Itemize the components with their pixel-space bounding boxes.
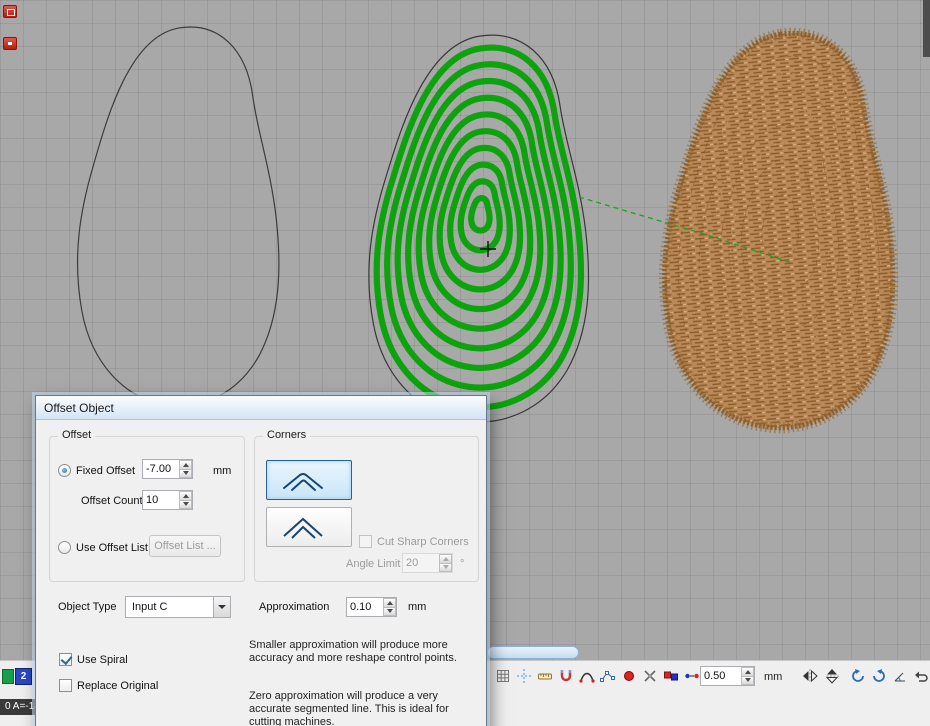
color-change-icon[interactable] (661, 666, 681, 686)
dialog-titlebar[interactable]: Offset Object (36, 396, 486, 420)
replace-original-label: Replace Original (77, 680, 158, 693)
horizontal-scrollbar-thumb[interactable] (487, 646, 579, 659)
fixed-offset-spinner (142, 459, 193, 479)
cut-sharp-corners-label: Cut Sharp Corners (377, 536, 469, 549)
rounded-corner-offset-button[interactable] (266, 460, 352, 500)
offset-count-label: Offset Count (81, 495, 143, 508)
fixed-offset-radio[interactable] (58, 464, 71, 477)
offset-spiral-shape[interactable] (369, 35, 589, 422)
spin-down-icon[interactable] (741, 676, 754, 686)
approximation-spinner (346, 597, 397, 617)
approximation-label: Approximation (259, 601, 329, 614)
object-type-dropdown[interactable]: Input C (125, 596, 231, 618)
rotate-ccw-icon[interactable] (848, 666, 868, 686)
spin-up-icon[interactable] (179, 491, 192, 500)
use-offset-list-label: Use Offset List (76, 542, 148, 555)
spin-down-icon[interactable] (179, 500, 192, 510)
spin-up-icon[interactable] (383, 598, 396, 607)
palette-index-badge[interactable]: 2 (15, 668, 32, 685)
curve-icon[interactable] (577, 666, 597, 686)
offset-group-label: Offset (58, 429, 95, 441)
approximation-unit: mm (408, 601, 426, 614)
angle-limit-label: Angle Limit (346, 558, 400, 571)
spin-down-icon[interactable] (383, 607, 396, 617)
approximation-input[interactable] (347, 598, 383, 616)
fixed-offset-unit: mm (213, 465, 231, 478)
snap-icon[interactable] (556, 666, 576, 686)
red-marker-icon-1[interactable] (3, 5, 17, 18)
rotate-cw-icon[interactable] (869, 666, 889, 686)
cut-sharp-corners-checkbox[interactable] (359, 535, 372, 548)
spin-up-icon[interactable] (179, 460, 192, 469)
approximation-note-1: Smaller approximation will produce more … (249, 639, 481, 665)
offset-object-dialog: Offset Object Offset Corners Fixed Offse… (35, 395, 487, 726)
mirror-vertical-icon[interactable] (822, 666, 842, 686)
grid-icon[interactable] (493, 666, 513, 686)
object-type-value: Input C (126, 601, 213, 613)
approximation-note-2: Zero approximation will produce a very a… (249, 690, 481, 726)
guides-icon[interactable] (514, 666, 534, 686)
stitch-width-spinner (700, 666, 755, 686)
corners-group-label: Corners (263, 429, 310, 441)
dialog-title: Offset Object (44, 401, 114, 415)
fixed-offset-input[interactable] (143, 460, 179, 478)
mirror-horizontal-icon[interactable] (800, 666, 820, 686)
fixed-offset-label: Fixed Offset (76, 465, 135, 478)
spin-up-icon[interactable] (439, 554, 452, 563)
angle-limit-spinner (402, 553, 453, 573)
outline-shape[interactable] (78, 27, 279, 406)
offset-count-input[interactable] (143, 491, 179, 509)
sequence-icon[interactable] (682, 666, 702, 686)
chevron-down-icon[interactable] (213, 597, 230, 617)
sharp-corner-offset-icon (276, 513, 342, 541)
undo-icon[interactable] (911, 666, 930, 686)
angle-limit-unit: ° (460, 558, 464, 571)
sharp-corner-offset-button[interactable] (266, 507, 352, 547)
stitch-width-input[interactable] (701, 667, 741, 685)
window-edge (923, 0, 930, 57)
stop-point-icon[interactable] (619, 666, 639, 686)
red-marker-icon-2[interactable] (3, 37, 17, 50)
offset-count-spinner (142, 490, 193, 510)
spin-up-icon[interactable] (741, 667, 754, 676)
use-offset-list-radio[interactable] (58, 541, 71, 554)
node-edit-icon[interactable] (598, 666, 618, 686)
thread-color-swatch[interactable] (2, 669, 14, 684)
rounded-corner-offset-icon (276, 466, 342, 494)
use-spiral-label: Use Spiral (77, 654, 128, 667)
trim-icon[interactable] (640, 666, 660, 686)
object-type-label: Object Type (58, 601, 117, 614)
rotate-angle-icon[interactable] (890, 666, 910, 686)
replace-original-checkbox[interactable] (59, 679, 72, 692)
stitched-shape[interactable] (664, 33, 892, 427)
spin-down-icon[interactable] (439, 563, 452, 573)
use-spiral-checkbox[interactable] (59, 653, 72, 666)
spin-down-icon[interactable] (179, 469, 192, 479)
angle-limit-input[interactable] (403, 554, 439, 572)
offset-list-button[interactable]: Offset List ... (149, 535, 221, 557)
ruler-icon[interactable] (535, 666, 555, 686)
stitch-width-unit: mm (764, 671, 782, 683)
